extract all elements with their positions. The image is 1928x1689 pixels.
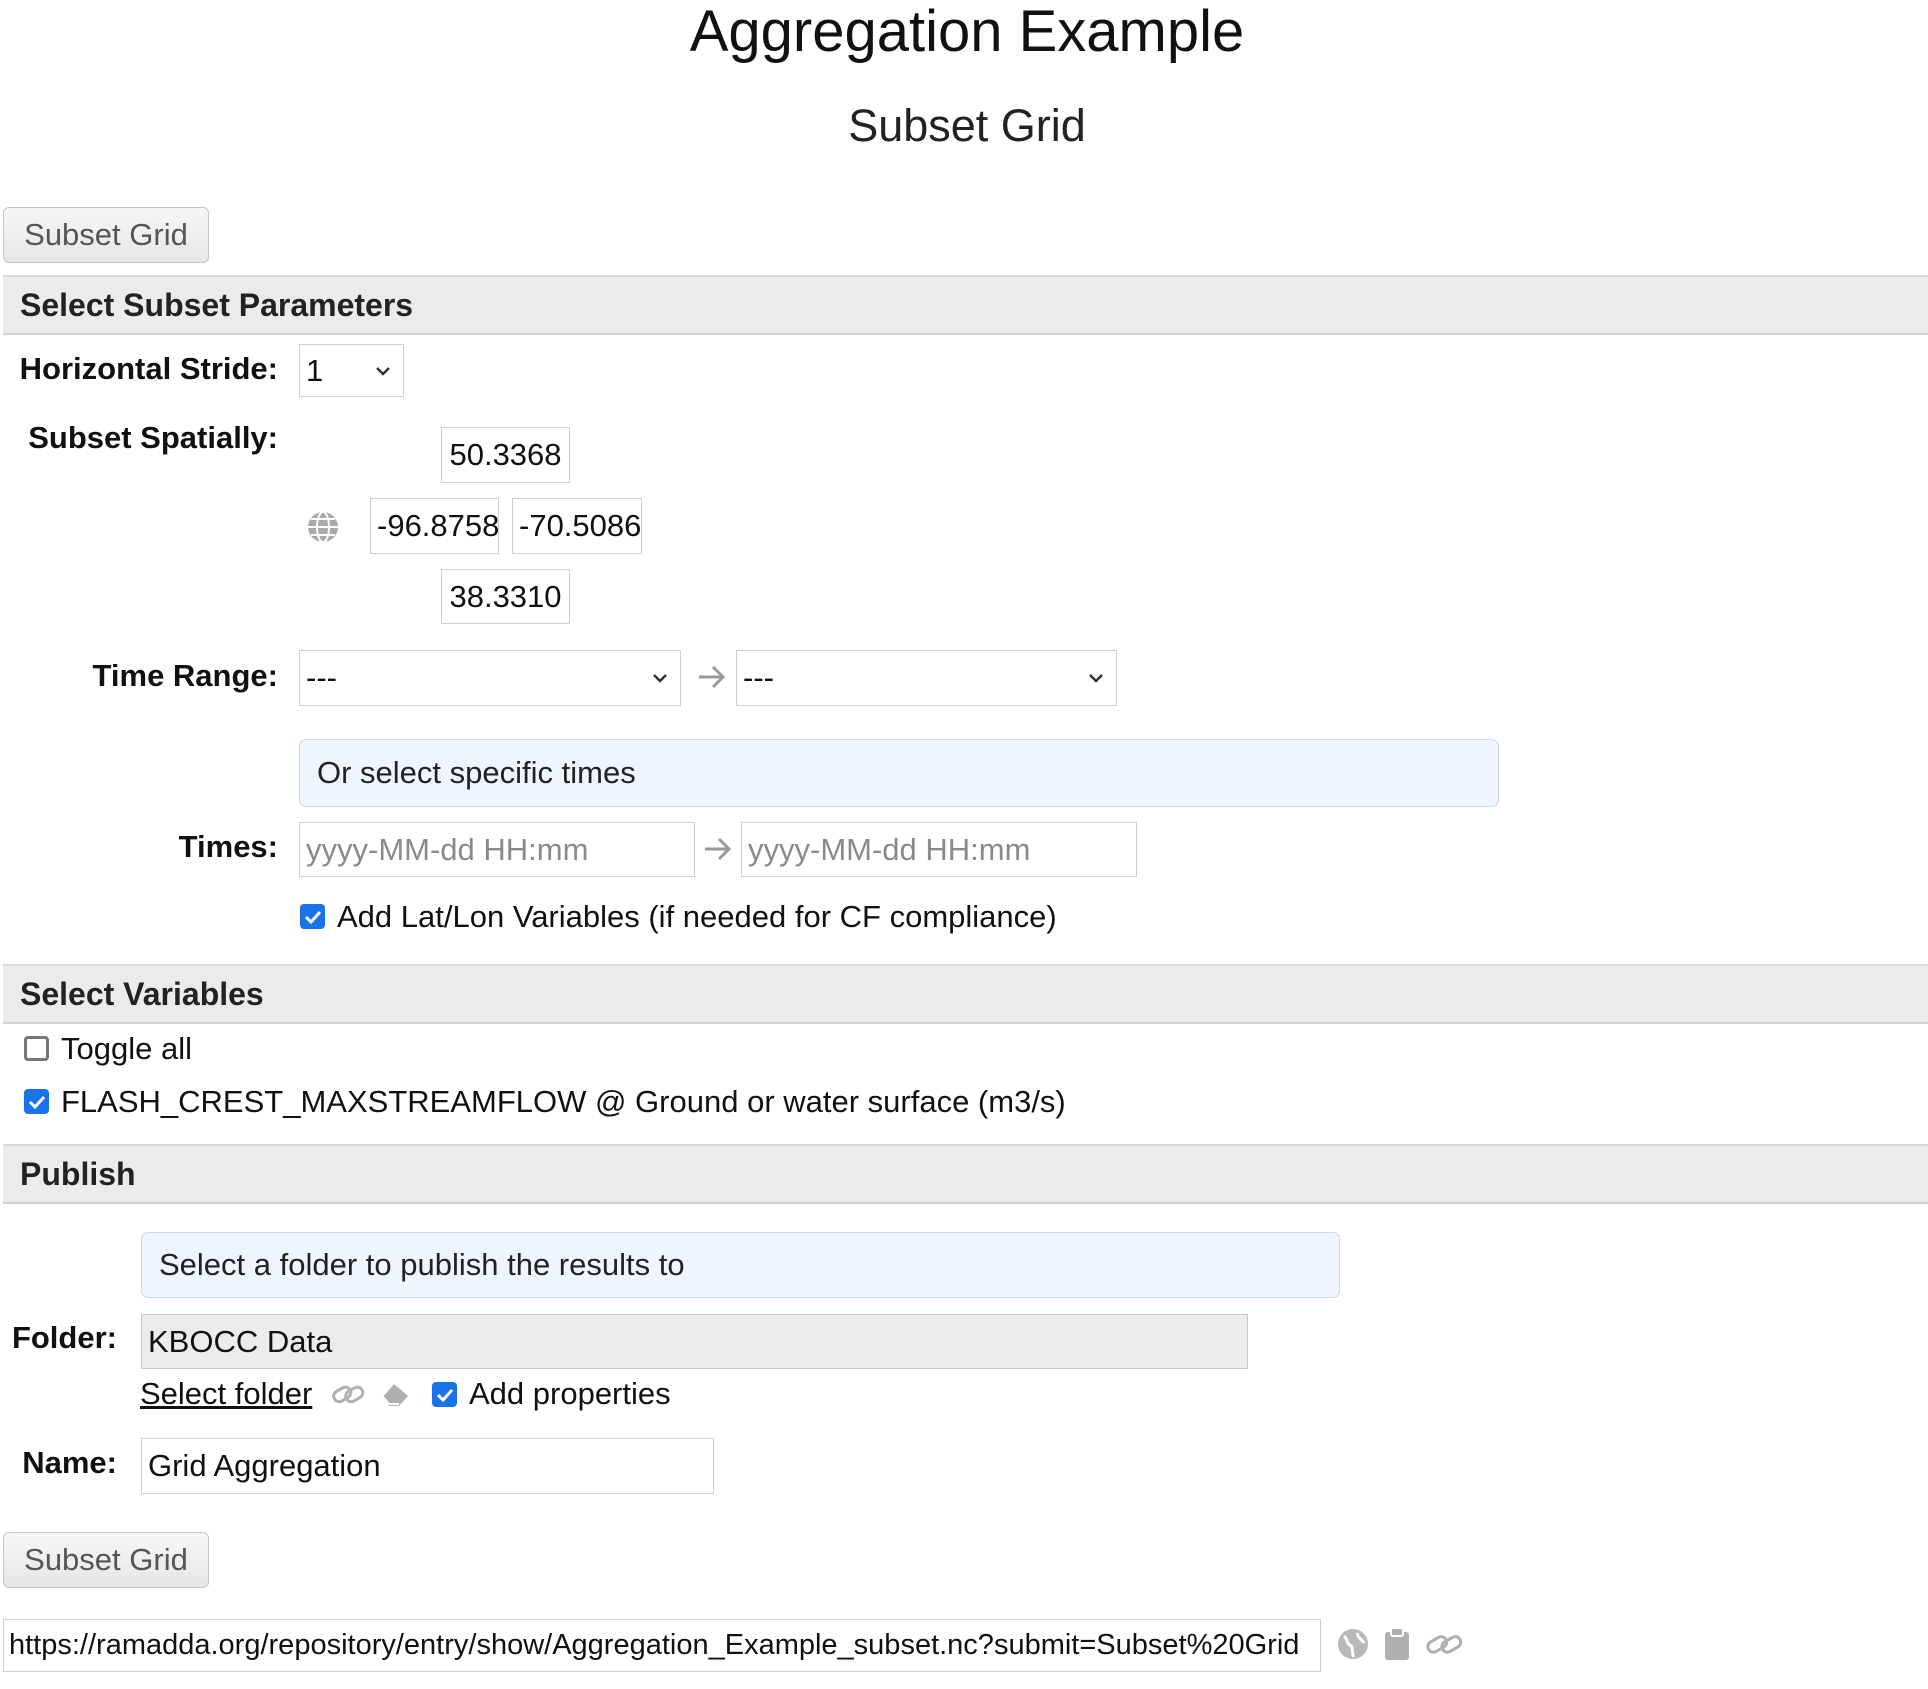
checkmark-icon <box>436 1388 453 1402</box>
link-icon[interactable] <box>330 1378 366 1410</box>
subset-spatially-label: Subset Spatially: <box>28 420 278 455</box>
arrow-right-icon <box>695 660 729 694</box>
specific-times-note: Or select specific times <box>299 739 1499 807</box>
west-bound-input[interactable]: -96.8758 <box>370 498 499 554</box>
south-bound-input[interactable]: 38.3310 <box>441 569 570 624</box>
subset-grid-button[interactable]: Subset Grid <box>3 207 209 263</box>
latlon-label: Add Lat/Lon Variables (if needed for CF … <box>337 899 1057 934</box>
chevron-down-icon <box>376 366 390 376</box>
east-bound-input[interactable]: -70.5086 <box>512 498 642 554</box>
time-range-start-select[interactable]: --- <box>299 650 681 706</box>
arrow-right-icon <box>701 832 735 866</box>
add-properties-label: Add properties <box>469 1376 671 1411</box>
url-field[interactable]: https://ramadda.org/repository/entry/sho… <box>3 1619 1321 1672</box>
publish-folder-note: Select a folder to publish the results t… <box>141 1232 1340 1298</box>
globe-icon[interactable] <box>305 509 341 545</box>
section-header-publish: Publish <box>3 1144 1928 1204</box>
horizontal-stride-select[interactable]: 1 <box>299 344 404 397</box>
chevron-down-icon <box>653 674 667 683</box>
select-folder-link[interactable]: Select folder <box>140 1376 312 1412</box>
section-header-select-variables: Select Variables <box>3 964 1928 1024</box>
time-range-label: Time Range: <box>92 658 278 693</box>
globe-icon[interactable] <box>1336 1627 1370 1661</box>
name-label: Name: <box>22 1445 117 1480</box>
toggle-all-checkbox[interactable] <box>24 1036 49 1061</box>
chevron-down-icon <box>1089 674 1103 683</box>
checkmark-icon <box>28 1095 45 1109</box>
section-header-subset-parameters: Select Subset Parameters <box>3 275 1928 335</box>
checkmark-icon <box>304 910 321 924</box>
add-properties-checkbox[interactable] <box>432 1382 457 1407</box>
variable-label: FLASH_CREST_MAXSTREAMFLOW @ Ground or wa… <box>61 1084 1066 1119</box>
time-range-end-select[interactable]: --- <box>736 650 1117 706</box>
name-input[interactable]: Grid Aggregation <box>141 1438 714 1494</box>
folder-field: KBOCC Data <box>141 1314 1248 1369</box>
horizontal-stride-value: 1 <box>306 352 324 388</box>
times-label: Times: <box>178 829 278 864</box>
clipboard-icon[interactable] <box>1383 1626 1411 1662</box>
time-start-input[interactable]: yyyy-MM-dd HH:mm <box>299 822 695 877</box>
time-range-end-value: --- <box>743 660 774 695</box>
link-icon[interactable] <box>1424 1628 1464 1660</box>
variable-checkbox[interactable] <box>24 1089 49 1114</box>
subset-grid-submit-button[interactable]: Subset Grid <box>3 1532 209 1588</box>
folder-label: Folder: <box>11 1320 117 1355</box>
latlon-checkbox[interactable] <box>300 904 325 929</box>
north-bound-input[interactable]: 50.3368 <box>441 427 570 483</box>
page-subtitle: Subset Grid <box>848 100 1086 151</box>
time-end-input[interactable]: yyyy-MM-dd HH:mm <box>741 822 1137 877</box>
eraser-icon[interactable] <box>379 1378 413 1410</box>
time-range-start-value: --- <box>306 660 337 695</box>
toggle-all-label: Toggle all <box>61 1031 192 1066</box>
page-title: Aggregation Example <box>689 0 1245 64</box>
horizontal-stride-label: Horizontal Stride: <box>19 351 278 386</box>
